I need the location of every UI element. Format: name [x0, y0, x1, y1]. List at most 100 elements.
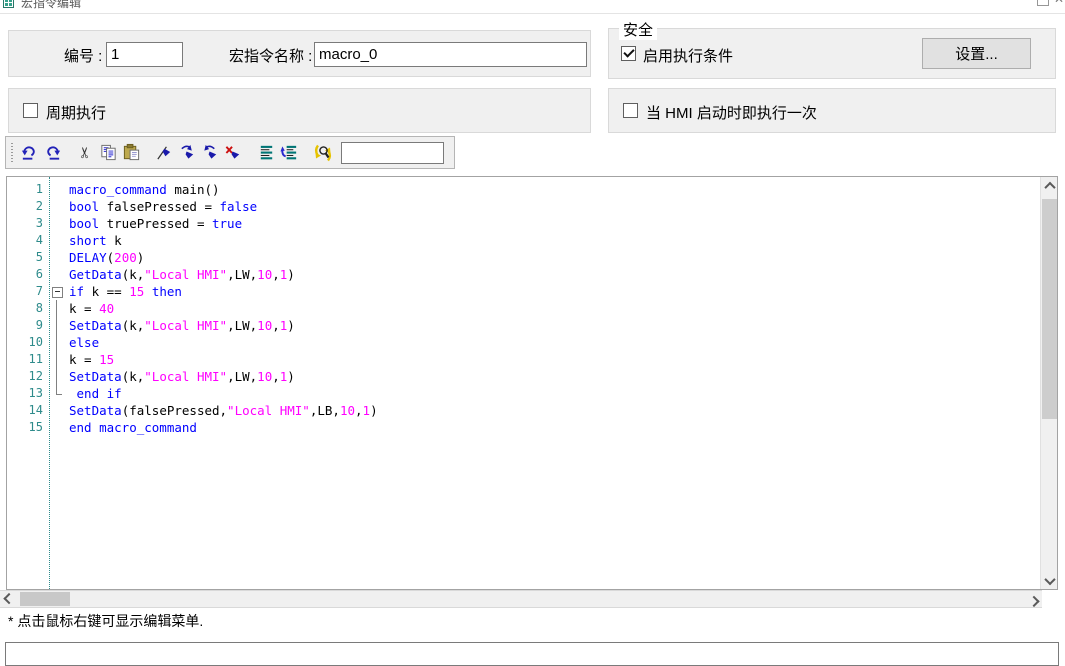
toolbar-gripper[interactable]: [10, 143, 13, 163]
find-icon: [313, 143, 333, 163]
macro-name-input[interactable]: [314, 42, 587, 67]
macro-id-input[interactable]: [106, 42, 183, 67]
code-text[interactable]: bool truePressed = true: [69, 215, 242, 232]
code-line: 7 if k == 15 then: [7, 283, 1039, 300]
basic-info-panel: 编号 : 宏指令名称 :: [8, 30, 591, 77]
fold-margin: [49, 215, 69, 232]
redo-button[interactable]: [41, 141, 64, 165]
horizontal-scrollbar-thumb[interactable]: [20, 592, 70, 606]
cut-button[interactable]: ✂: [74, 141, 97, 165]
fold-margin: [49, 402, 69, 419]
code-text[interactable]: DELAY(200): [69, 249, 144, 266]
uncomment-lines-button[interactable]: [278, 141, 301, 165]
code-line: 4short k: [7, 232, 1039, 249]
vertical-scrollbar[interactable]: [1040, 177, 1057, 589]
code-text[interactable]: if k == 15 then: [69, 283, 182, 300]
line-number: 3: [7, 215, 45, 232]
code-text[interactable]: bool falsePressed = false: [69, 198, 257, 215]
line-number: 11: [7, 351, 45, 368]
editor-toolbar: ✂: [5, 136, 455, 169]
code-text[interactable]: SetData(k,"Local HMI",LW,10,1): [69, 368, 295, 385]
chevron-left-icon: [3, 592, 14, 603]
fold-margin: [49, 181, 69, 198]
close-button[interactable]: ✕: [1054, 0, 1064, 6]
enable-condition-checkbox[interactable]: [621, 46, 636, 61]
line-number: 10: [7, 334, 45, 351]
startup-checkbox[interactable]: [623, 103, 638, 118]
code-line: 3 bool truePressed = true: [7, 215, 1039, 232]
search-input[interactable]: [341, 142, 444, 164]
comment-lines-icon: [257, 143, 276, 162]
fold-margin: [49, 317, 69, 334]
macro-code-editor[interactable]: 1 macro_command main()2bool falsePressed …: [6, 176, 1058, 590]
undo-icon: [20, 143, 39, 162]
chevron-right-icon: [1028, 595, 1039, 606]
toggle-bookmark-icon: [155, 143, 174, 162]
fold-margin: [49, 300, 69, 317]
code-lines[interactable]: 1 macro_command main()2bool falsePressed …: [7, 181, 1039, 436]
fold-margin: [49, 249, 69, 266]
periodic-checkbox[interactable]: [23, 103, 38, 118]
line-number: 1: [7, 181, 45, 198]
chevron-down-icon: [1044, 573, 1055, 584]
fold-margin: [49, 368, 69, 385]
code-text[interactable]: k = 15: [69, 351, 114, 368]
code-line: 1 macro_command main(): [7, 181, 1039, 198]
maximize-button[interactable]: [1037, 0, 1049, 6]
code-text[interactable]: macro_command main(): [69, 181, 220, 198]
paste-button[interactable]: [120, 141, 143, 165]
code-line: 14 SetData(falsePressed,"Local HMI",LB,10…: [7, 402, 1039, 419]
paste-icon: [122, 143, 141, 162]
security-groupbox: 安全 启用执行条件 设置...: [608, 28, 1056, 79]
code-line: 8k = 40: [7, 300, 1039, 317]
line-number: 7: [7, 283, 45, 300]
chevron-up-icon: [1044, 181, 1055, 192]
app-icon: [3, 0, 14, 8]
scroll-down-button[interactable]: [1041, 572, 1058, 589]
macro-name-label: 宏指令名称 :: [229, 45, 312, 66]
fold-margin: [49, 266, 69, 283]
startup-panel: 当 HMI 启动时即执行一次: [608, 88, 1056, 133]
code-text[interactable]: else: [69, 334, 99, 351]
code-line: 11 k = 15: [7, 351, 1039, 368]
next-bookmark-button[interactable]: [176, 141, 199, 165]
code-line: 10 else: [7, 334, 1039, 351]
horizontal-scrollbar[interactable]: [0, 590, 1042, 608]
macro-id-label: 编号 :: [64, 45, 102, 66]
undo-button[interactable]: [18, 141, 41, 165]
fold-toggle-icon[interactable]: [49, 283, 69, 300]
scroll-left-button[interactable]: [0, 591, 17, 608]
copy-icon: [99, 143, 118, 162]
toggle-bookmark-button[interactable]: [153, 141, 176, 165]
code-line: 2bool falsePressed = false: [7, 198, 1039, 215]
line-number: 14: [7, 402, 45, 419]
find-button[interactable]: [311, 141, 334, 165]
clear-all-bookmarks-button[interactable]: [222, 141, 245, 165]
scroll-right-button[interactable]: [1025, 591, 1042, 608]
fold-margin: [49, 385, 69, 402]
line-number: 5: [7, 249, 45, 266]
next-bookmark-icon: [178, 143, 197, 162]
code-text[interactable]: GetData(k,"Local HMI",LW,10,1): [69, 266, 295, 283]
settings-button[interactable]: 设置...: [922, 38, 1031, 69]
line-number: 15: [7, 419, 45, 436]
previous-bookmark-icon: [201, 143, 220, 162]
redo-icon: [43, 143, 62, 162]
code-line: 9SetData(k,"Local HMI",LW,10,1): [7, 317, 1039, 334]
code-text[interactable]: short k: [69, 232, 122, 249]
enable-condition-label: 启用执行条件: [643, 45, 733, 66]
line-number: 13: [7, 385, 45, 402]
code-text[interactable]: end macro_command: [69, 419, 197, 436]
scroll-up-button[interactable]: [1041, 177, 1058, 194]
code-text[interactable]: k = 40: [69, 300, 114, 317]
code-text[interactable]: SetData(falsePressed,"Local HMI",LB,10,1…: [69, 402, 378, 419]
vertical-scrollbar-thumb[interactable]: [1042, 199, 1057, 419]
previous-bookmark-button[interactable]: [199, 141, 222, 165]
code-text[interactable]: end if: [69, 385, 122, 402]
comment-lines-button[interactable]: [255, 141, 278, 165]
code-text[interactable]: SetData(k,"Local HMI",LW,10,1): [69, 317, 295, 334]
message-output-box[interactable]: [5, 642, 1059, 666]
periodic-label: 周期执行: [46, 102, 106, 123]
security-legend: 安全: [619, 19, 657, 40]
copy-button[interactable]: [97, 141, 120, 165]
